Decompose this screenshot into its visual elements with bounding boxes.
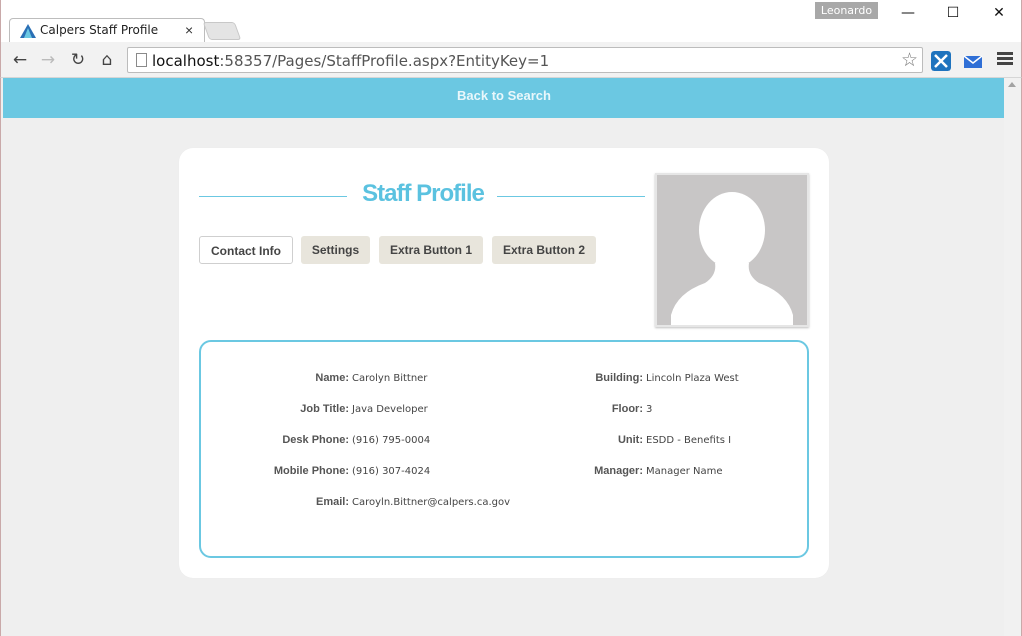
- title-rule-left: [199, 196, 347, 197]
- building-field: Building:: [201, 372, 643, 386]
- floor-label: Floor:: [611, 403, 643, 415]
- top-nav-bar: Back to Search: [3, 78, 1005, 118]
- manager-value-wrap: Manager Name: [646, 465, 796, 479]
- back-to-search-link[interactable]: Back to Search: [457, 88, 551, 103]
- unit-value: ESDD - Benefits I: [646, 435, 732, 446]
- unit-field: Unit:: [201, 434, 643, 448]
- extension-icon[interactable]: [931, 51, 951, 71]
- maximize-button[interactable]: ☐: [938, 4, 968, 22]
- url-text: localhost:58357/Pages/StaffProfile.aspx?…: [152, 52, 549, 70]
- minimize-button[interactable]: —: [893, 4, 923, 22]
- address-bar[interactable]: localhost:58357/Pages/StaffProfile.aspx?…: [127, 47, 923, 73]
- manager-field: Manager:: [201, 465, 643, 479]
- floor-value-wrap: 3: [646, 403, 796, 417]
- avatar: [655, 173, 809, 327]
- tab-extra-button-1[interactable]: Extra Button 1: [379, 236, 483, 264]
- browser-tab[interactable]: Calpers Staff Profile ×: [9, 18, 205, 42]
- tab-title: Calpers Staff Profile: [40, 23, 159, 37]
- star-icon[interactable]: ☆: [901, 49, 918, 72]
- back-arrow-icon[interactable]: ←: [10, 50, 30, 70]
- browser-titlebar: Calpers Staff Profile × Leonardo — ☐ ✕: [0, 0, 1022, 42]
- user-badge[interactable]: Leonardo: [815, 2, 878, 19]
- profile-card: Staff Profile Contact Info Settings Extr…: [179, 148, 829, 578]
- page-title: Staff Profile: [362, 180, 485, 207]
- page-viewport: Back to Search Staff Profile Contact Inf…: [0, 78, 1022, 636]
- menu-icon[interactable]: [997, 52, 1013, 66]
- reload-icon[interactable]: ↻: [68, 50, 88, 70]
- avatar-silhouette-icon: [671, 192, 793, 325]
- email-value[interactable]: Caroyln.Bittner@calpers.ca.gov: [352, 497, 510, 508]
- email-label: Email:: [315, 496, 349, 508]
- forward-arrow-icon[interactable]: →: [38, 50, 58, 70]
- manager-value: Manager Name: [646, 466, 723, 477]
- floor-field: Floor:: [201, 403, 643, 417]
- browser-toolbar: ← → ↻ ⌂ localhost:58357/Pages/StaffProfi…: [0, 42, 1022, 78]
- title-rule-right: [497, 196, 645, 197]
- tab-contact-info[interactable]: Contact Info: [199, 236, 293, 264]
- scroll-up-arrow-icon[interactable]: [1008, 82, 1016, 87]
- url-path: :58357/Pages/StaffProfile.aspx?EntityKey…: [219, 52, 550, 70]
- new-tab-button[interactable]: [202, 22, 242, 40]
- email-field: Email:: [201, 496, 349, 510]
- tab-favicon-icon: [20, 24, 36, 38]
- building-label: Building:: [595, 372, 643, 384]
- manager-label: Manager:: [594, 465, 643, 477]
- unit-label: Unit:: [617, 434, 643, 446]
- scrollbar[interactable]: [1004, 78, 1021, 636]
- url-host: localhost: [152, 52, 220, 70]
- home-icon[interactable]: ⌂: [97, 50, 117, 70]
- building-value: Lincoln Plaza West: [646, 373, 739, 384]
- tab-extra-button-2[interactable]: Extra Button 2: [492, 236, 596, 264]
- contact-info-panel: Name: Carolyn Bittner Job Title: Java De…: [199, 340, 809, 558]
- mail-icon[interactable]: [963, 51, 983, 71]
- close-window-button[interactable]: ✕: [984, 4, 1014, 22]
- tab-settings[interactable]: Settings: [301, 236, 370, 264]
- unit-value-wrap: ESDD - Benefits I: [646, 434, 796, 448]
- building-value-wrap: Lincoln Plaza West: [646, 372, 796, 386]
- tab-close-icon[interactable]: ×: [185, 22, 193, 38]
- floor-value: 3: [646, 404, 653, 415]
- page-icon: [136, 53, 147, 67]
- email-value-wrap: Caroyln.Bittner@calpers.ca.gov: [352, 496, 572, 510]
